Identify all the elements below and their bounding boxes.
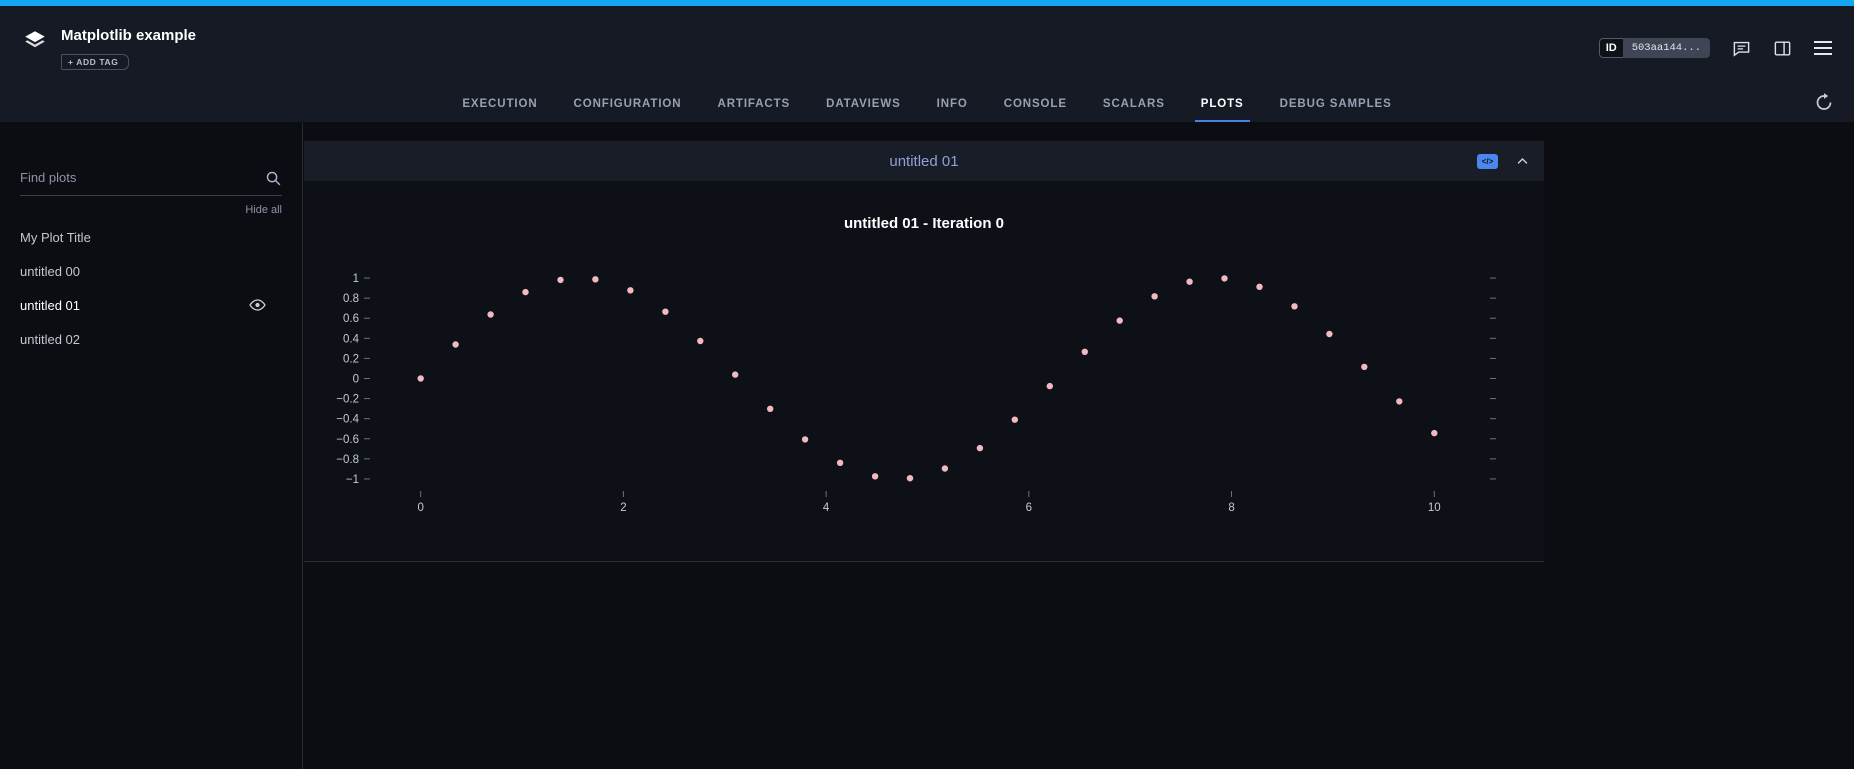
view-code-icon[interactable]: </> bbox=[1477, 154, 1498, 169]
experiment-id-chip[interactable]: ID 503aa144... bbox=[1599, 38, 1710, 58]
data-point bbox=[907, 475, 913, 481]
plot-widget-title: untitled 01 bbox=[304, 153, 1544, 170]
plot-list-item-untitled-02[interactable]: untitled 02 bbox=[0, 322, 302, 356]
visibility-eye-icon[interactable] bbox=[249, 299, 266, 312]
data-point bbox=[697, 338, 703, 344]
data-point bbox=[802, 436, 808, 442]
data-point bbox=[732, 371, 738, 377]
data-point bbox=[1361, 364, 1367, 370]
plots-main: untitled 01 </> untitled 01 - Iteration … bbox=[303, 123, 1854, 769]
search-row bbox=[20, 169, 282, 196]
tab-dataviews[interactable]: DATAVIEWS bbox=[811, 86, 916, 122]
tab-debug-samples[interactable]: DEBUG SAMPLES bbox=[1265, 86, 1407, 122]
y-tick-label: −0.4 bbox=[336, 414, 359, 426]
data-point bbox=[1047, 383, 1053, 389]
add-tag-button[interactable]: + ADD TAG bbox=[61, 54, 129, 70]
plot-list: My Plot Title untitled 00 untitled 01 un… bbox=[0, 220, 302, 356]
collapse-chevron-up-icon[interactable] bbox=[1515, 154, 1530, 169]
content-area: Hide all My Plot Title untitled 00 untit… bbox=[0, 123, 1854, 769]
plot-widget-header: untitled 01 </> bbox=[304, 141, 1544, 181]
data-point bbox=[662, 309, 668, 315]
x-tick-label: 8 bbox=[1228, 502, 1234, 514]
details-panel-icon[interactable] bbox=[1773, 39, 1792, 58]
x-tick-label: 6 bbox=[1026, 502, 1032, 514]
tab-plots[interactable]: PLOTS bbox=[1186, 86, 1259, 122]
data-point bbox=[452, 341, 458, 347]
plot-widget-body: untitled 01 - Iteration 0 10.80.60.40.20… bbox=[304, 181, 1544, 561]
y-tick-label: 0.2 bbox=[343, 353, 359, 365]
data-point bbox=[1396, 398, 1402, 404]
x-tick-label: 2 bbox=[620, 502, 626, 514]
data-point bbox=[942, 465, 948, 471]
data-point bbox=[1186, 279, 1192, 285]
plot-widget: untitled 01 </> untitled 01 - Iteration … bbox=[304, 141, 1544, 562]
x-tick-label: 10 bbox=[1428, 502, 1441, 514]
data-point bbox=[627, 287, 633, 293]
y-tick-label: 0.6 bbox=[343, 313, 359, 325]
data-point bbox=[1431, 430, 1437, 436]
data-point bbox=[1151, 293, 1157, 299]
data-point bbox=[418, 375, 424, 381]
data-point bbox=[1117, 317, 1123, 323]
plots-sidebar: Hide all My Plot Title untitled 00 untit… bbox=[0, 123, 303, 769]
y-tick-label: 0.4 bbox=[343, 333, 360, 345]
hide-all-link[interactable]: Hide all bbox=[0, 204, 282, 216]
data-point bbox=[1256, 284, 1262, 290]
auto-refresh-icon[interactable] bbox=[1814, 93, 1834, 116]
x-tick-label: 4 bbox=[823, 502, 830, 514]
comments-icon[interactable] bbox=[1732, 39, 1751, 58]
tab-bar: EXECUTION CONFIGURATION ARTIFACTS DATAVI… bbox=[0, 86, 1854, 123]
data-point bbox=[1221, 275, 1227, 281]
experiment-title: Matplotlib example bbox=[61, 27, 196, 44]
id-chip-value: 503aa144... bbox=[1623, 38, 1710, 58]
plot-list-item-untitled-00[interactable]: untitled 00 bbox=[0, 254, 302, 288]
y-tick-label: −0.2 bbox=[336, 394, 359, 406]
search-icon[interactable] bbox=[265, 170, 282, 192]
data-point bbox=[1082, 349, 1088, 355]
tab-console[interactable]: CONSOLE bbox=[989, 86, 1082, 122]
data-point bbox=[1326, 331, 1332, 337]
data-point bbox=[487, 311, 493, 317]
y-tick-label: −0.8 bbox=[336, 454, 359, 466]
clearml-logo-icon bbox=[22, 28, 48, 70]
plot-list-item-untitled-01[interactable]: untitled 01 bbox=[0, 288, 302, 322]
y-tick-label: 0.8 bbox=[343, 293, 359, 305]
data-point bbox=[1291, 303, 1297, 309]
tab-execution[interactable]: EXECUTION bbox=[447, 86, 552, 122]
tab-info[interactable]: INFO bbox=[922, 86, 983, 122]
menu-icon[interactable] bbox=[1814, 41, 1832, 55]
data-point bbox=[872, 473, 878, 479]
tab-artifacts[interactable]: ARTIFACTS bbox=[702, 86, 805, 122]
data-point bbox=[837, 460, 843, 466]
y-tick-label: 1 bbox=[353, 273, 359, 285]
y-tick-label: −1 bbox=[346, 474, 359, 486]
data-point bbox=[767, 406, 773, 412]
data-point bbox=[1012, 417, 1018, 423]
x-tick-label: 0 bbox=[417, 502, 423, 514]
data-point bbox=[592, 276, 598, 282]
scatter-plot: 1 0.8 0.6 0.4 0.2 0 −0.2 −0.4 −0.6 −0.8 −1 0 2 4 6 8 10 bbox=[304, 181, 1544, 561]
data-point bbox=[557, 277, 563, 283]
data-point bbox=[522, 289, 528, 295]
id-chip-label: ID bbox=[1599, 38, 1623, 58]
plot-list-item-my-plot-title[interactable]: My Plot Title bbox=[0, 220, 302, 254]
y-tick-label: 0 bbox=[353, 374, 359, 386]
search-input[interactable] bbox=[20, 170, 256, 185]
y-tick-label: −0.6 bbox=[336, 434, 359, 446]
tab-scalars[interactable]: SCALARS bbox=[1088, 86, 1180, 122]
tab-configuration[interactable]: CONFIGURATION bbox=[559, 86, 697, 122]
data-point bbox=[977, 445, 983, 451]
app-header: Matplotlib example + ADD TAG ID 503aa144… bbox=[0, 6, 1854, 86]
